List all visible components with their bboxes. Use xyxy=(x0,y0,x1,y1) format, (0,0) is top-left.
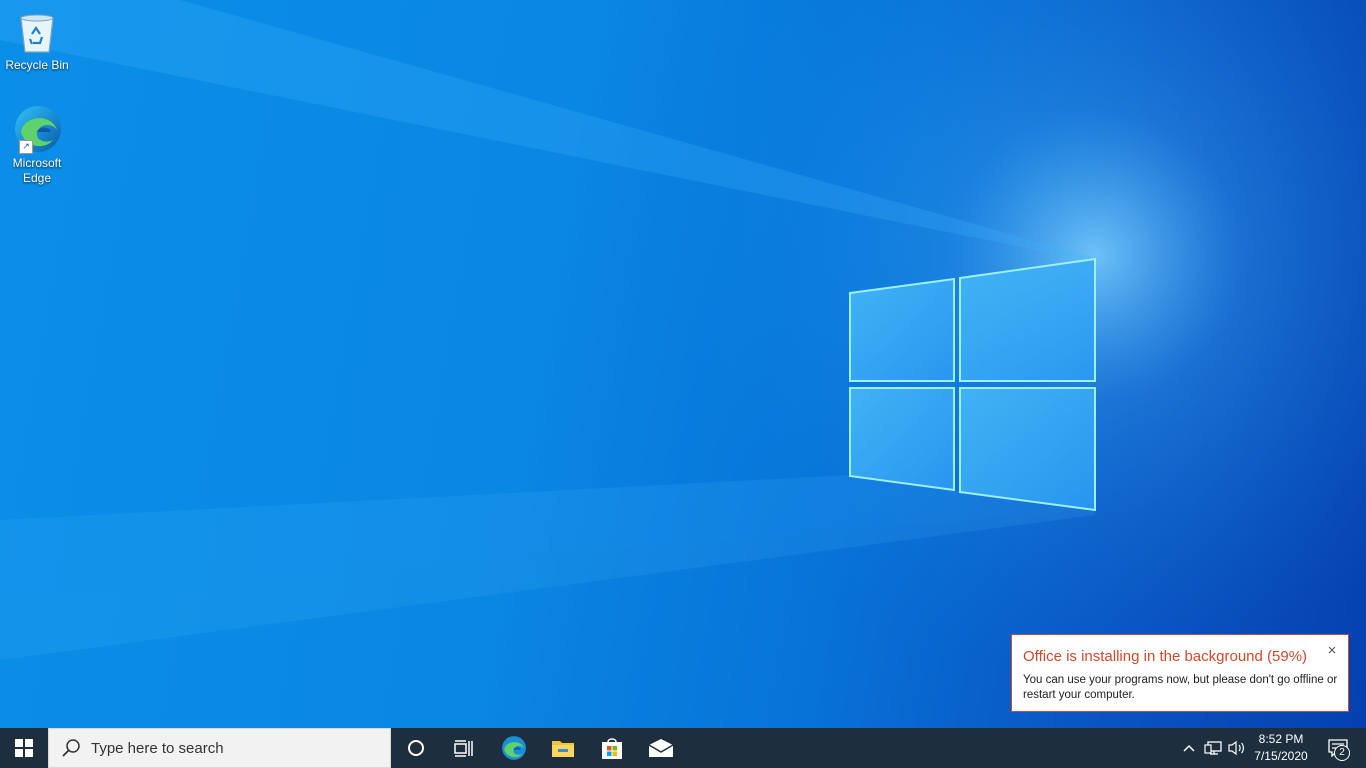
shortcut-arrow-icon: ↗ xyxy=(19,140,33,154)
edge-icon xyxy=(502,736,526,760)
network-button[interactable] xyxy=(1201,728,1225,768)
mail-taskbar-button[interactable] xyxy=(637,728,685,768)
clock-date: 7/15/2020 xyxy=(1254,749,1308,763)
show-hidden-icons-button[interactable] xyxy=(1177,728,1201,768)
clock-time: 8:52 PM xyxy=(1258,732,1304,746)
edge-taskbar-button[interactable] xyxy=(490,728,538,768)
taskbar: Type here to search 8:52 PM 7/15/2020 2 xyxy=(0,728,1366,768)
office-install-notification[interactable]: Office is installing in the background (… xyxy=(1011,634,1349,712)
notification-count-badge: 2 xyxy=(1334,745,1350,761)
mail-icon xyxy=(648,739,674,757)
windows-logo-icon xyxy=(15,739,33,757)
file-explorer-icon xyxy=(552,741,574,757)
recycle-bin-icon xyxy=(13,6,61,56)
desktop[interactable]: Recycle Bin ↗ Microsoft Edge Office is i… xyxy=(0,0,1366,728)
microsoft-edge-label: Microsoft Edge xyxy=(12,156,62,185)
taskbar-search-box[interactable]: Type here to search xyxy=(48,728,391,768)
notification-body: You can use your programs now, but pleas… xyxy=(1023,674,1338,701)
store-icon xyxy=(602,738,622,759)
task-view-button[interactable] xyxy=(440,728,488,768)
cortana-button[interactable] xyxy=(392,728,440,768)
file-explorer-taskbar-button[interactable] xyxy=(539,728,587,768)
start-button[interactable] xyxy=(0,728,48,768)
cortana-icon xyxy=(408,740,424,756)
recycle-bin-desktop-icon[interactable]: Recycle Bin xyxy=(0,6,74,73)
clock[interactable]: 8:52 PM 7/15/2020 xyxy=(1250,728,1312,768)
search-icon xyxy=(62,739,80,757)
action-center-button[interactable]: 2 xyxy=(1318,728,1358,768)
windows-wallpaper xyxy=(0,0,1366,728)
microsoft-store-taskbar-button[interactable] xyxy=(588,728,636,768)
chevron-up-icon xyxy=(1183,744,1195,752)
edge-icon: ↗ xyxy=(13,104,61,154)
notification-title: Office is installing in the background (… xyxy=(1023,648,1308,665)
close-notification-button[interactable]: × xyxy=(1324,643,1340,659)
search-placeholder: Type here to search xyxy=(91,739,224,757)
recycle-bin-label: Recycle Bin xyxy=(5,58,69,72)
task-view-icon xyxy=(454,740,473,757)
network-icon xyxy=(1204,741,1222,755)
microsoft-edge-desktop-icon[interactable]: ↗ Microsoft Edge xyxy=(0,104,74,186)
volume-button[interactable] xyxy=(1225,728,1249,768)
volume-icon xyxy=(1228,740,1244,756)
